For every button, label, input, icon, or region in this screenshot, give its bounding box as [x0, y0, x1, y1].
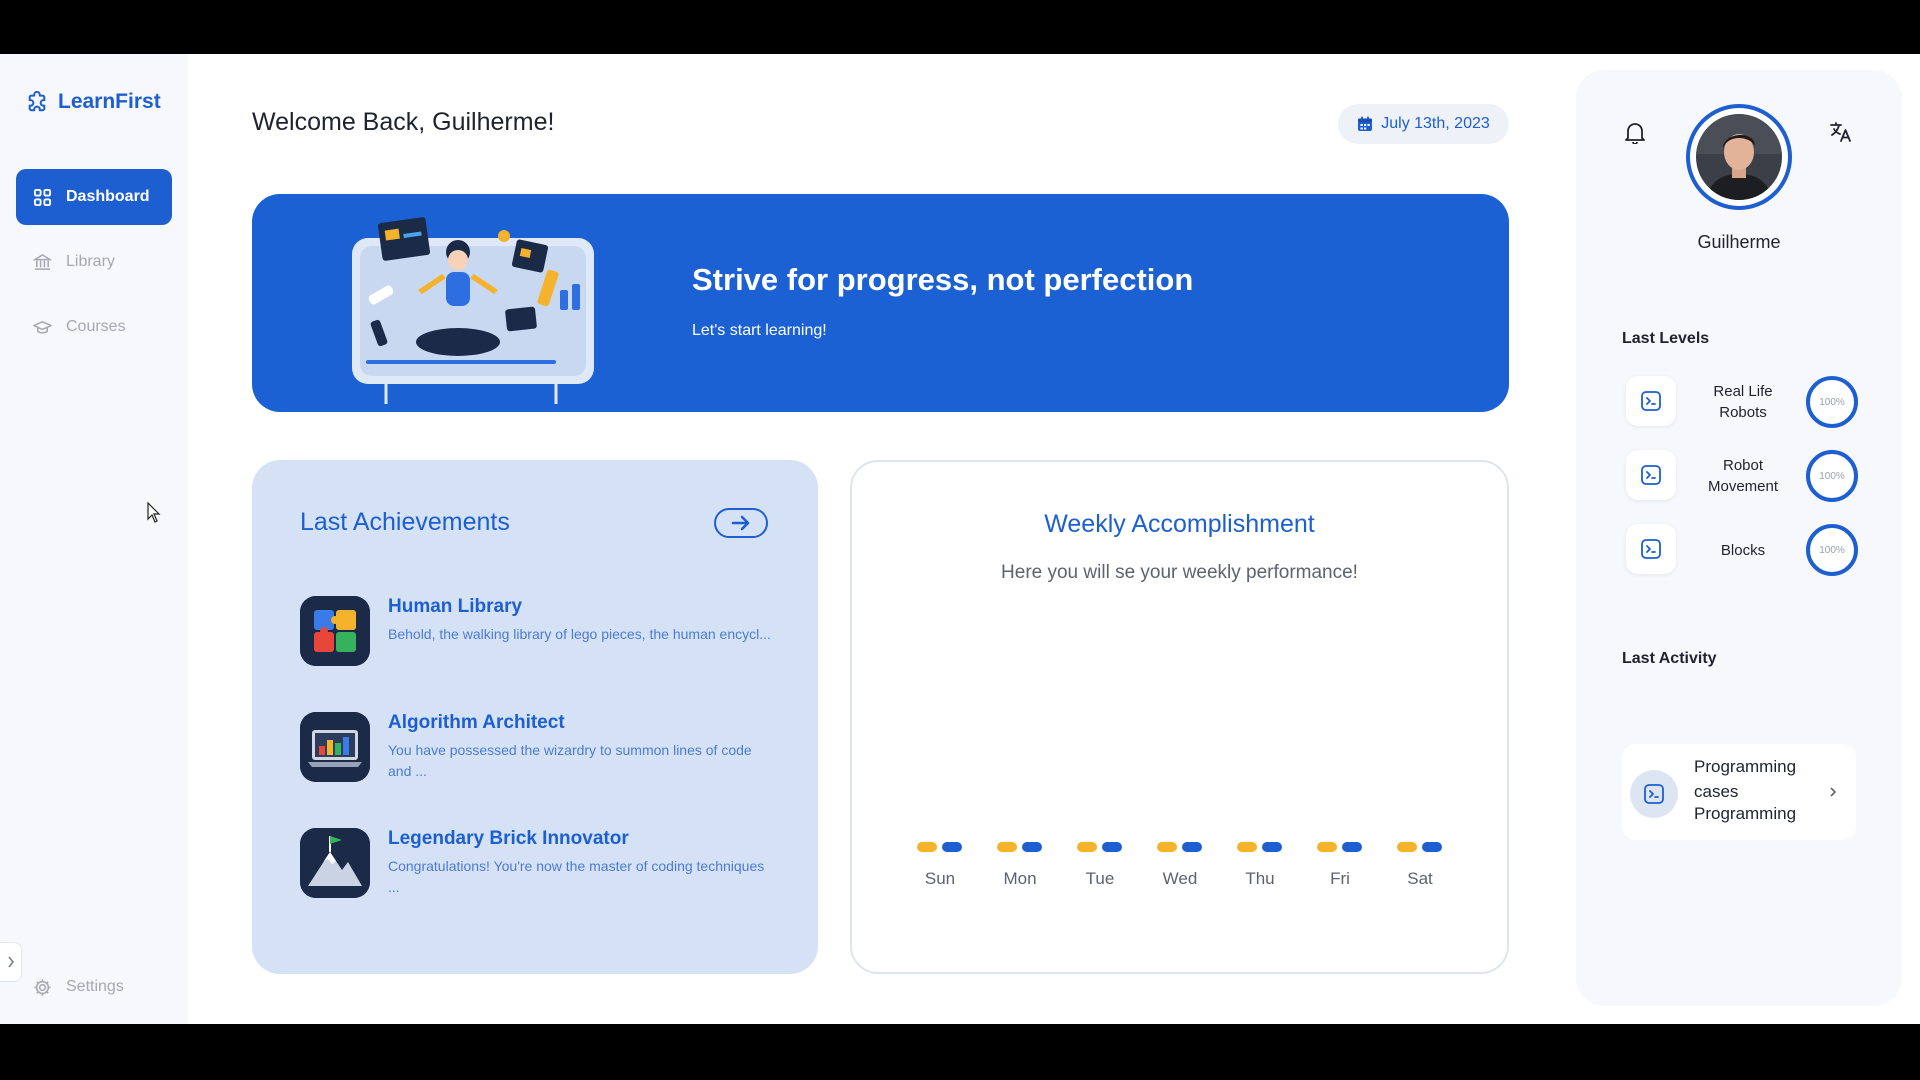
- sidebar-item-label: Settings: [66, 978, 124, 995]
- weekly-day-label: Fri: [1330, 869, 1350, 888]
- banner-title: Strive for progress, not perfection: [692, 262, 1194, 297]
- level-item[interactable]: Blocks 100%: [1626, 524, 1858, 576]
- weekly-bar-sun-2: [942, 842, 962, 852]
- achievement-description: Congratulations! You're now the master o…: [388, 858, 765, 895]
- level-name: Real Life Robots: [1713, 383, 1773, 421]
- sidebar-collapse-toggle[interactable]: [0, 942, 22, 982]
- weekly-bar-wed-1: [1157, 842, 1177, 852]
- weekly-accomplishment-card: Weekly Accomplishment Here you will se y…: [850, 460, 1509, 974]
- sidebar-item-label: Library: [66, 253, 115, 270]
- banner-subtitle: Let's start learning!: [692, 322, 827, 339]
- sidebar-item-library[interactable]: Library: [16, 234, 172, 290]
- date-text: July 13th, 2023: [1381, 115, 1490, 132]
- level-progress: 100%: [1806, 524, 1858, 576]
- weekly-day-label: Sun: [925, 869, 955, 888]
- sidebar-item-courses[interactable]: Courses: [16, 299, 172, 355]
- mouse-cursor-icon: [147, 502, 161, 523]
- weekly-bar-wed-2: [1182, 842, 1202, 852]
- activity-item[interactable]: Programming cases Programming: [1622, 744, 1856, 840]
- weekly-bar-thu-2: [1262, 842, 1282, 852]
- weekly-chart: Sun Mon Tue Wed Thu Fri Sat: [917, 842, 1442, 888]
- weekly-day-label: Mon: [1003, 869, 1036, 888]
- achievements-view-all-button[interactable]: [714, 508, 768, 538]
- weekly-subtitle: Here you will se your weekly performance…: [1001, 562, 1358, 583]
- banner-illustration: [352, 217, 594, 404]
- level-item[interactable]: Robot Movement 100%: [1626, 450, 1858, 502]
- library-icon: [33, 253, 52, 270]
- weekly-bar-tue-2: [1102, 842, 1122, 852]
- weekly-bar-mon-2: [1022, 842, 1042, 852]
- app-logo[interactable]: LearnFirst: [26, 90, 161, 114]
- app-window: LearnFirst Dashboard Library Courses Set…: [0, 54, 1920, 1024]
- sidebar-item-dashboard[interactable]: Dashboard: [16, 169, 172, 225]
- activity-title: Programming cases: [1694, 757, 1797, 801]
- sidebar-item-label: Dashboard: [66, 188, 150, 205]
- avatar[interactable]: [1686, 104, 1792, 210]
- graduation-cap-icon: [33, 320, 52, 333]
- achievements-card: Last Achievements Human Library Behold, …: [252, 460, 818, 974]
- sidebar-item-settings[interactable]: Settings: [16, 959, 172, 1015]
- laptop-chart-icon: [300, 712, 370, 782]
- achievement-item[interactable]: Human Library Behold, the walking librar…: [300, 596, 780, 672]
- level-progress: 100%: [1806, 376, 1858, 428]
- grid-icon: [33, 188, 52, 206]
- weekly-bar-sat-2: [1422, 842, 1442, 852]
- level-progress: 100%: [1806, 450, 1858, 502]
- weekly-day-label: Thu: [1245, 869, 1274, 888]
- level-name: Robot Movement: [1707, 457, 1779, 495]
- mountain-flag-icon: [300, 828, 370, 898]
- achievement-description: You have possessed the wizardry to summo…: [388, 742, 752, 779]
- weekly-bar-sun-1: [917, 842, 937, 852]
- last-levels-title: Last Levels: [1622, 330, 1710, 347]
- bell-icon[interactable]: [1624, 120, 1646, 144]
- achievement-description: Behold, the walking library of lego piec…: [388, 626, 771, 642]
- translate-icon[interactable]: [1829, 120, 1853, 144]
- profile-panel: Guilherme Last Levels Real Life Robots 1…: [1576, 70, 1902, 1006]
- weekly-bar-fri-2: [1342, 842, 1362, 852]
- date-chip[interactable]: July 13th, 2023: [1338, 104, 1509, 144]
- arrow-right-icon: [731, 515, 750, 531]
- weekly-bar-sat-1: [1397, 842, 1417, 852]
- level-name: Blocks: [1720, 541, 1766, 559]
- chevron-right-icon: [1830, 787, 1837, 797]
- terminal-icon: [1626, 524, 1676, 574]
- terminal-icon: [1626, 376, 1676, 426]
- weekly-day-label: Tue: [1086, 869, 1115, 888]
- chevron-right-icon: [7, 956, 14, 968]
- app-name: LearnFirst: [58, 90, 161, 113]
- sidebar-item-label: Courses: [66, 318, 126, 335]
- weekly-day-label: Wed: [1163, 869, 1198, 888]
- page-title: Welcome Back, Guilherme!: [252, 108, 555, 136]
- user-name: Guilherme: [1697, 232, 1781, 252]
- calendar-icon: [1358, 116, 1373, 131]
- weekly-bar-mon-1: [997, 842, 1017, 852]
- weekly-title: Weekly Accomplishment: [1044, 510, 1315, 538]
- last-activity-title: Last Activity: [1622, 650, 1717, 667]
- activity-subtitle: Programming: [1694, 804, 1797, 823]
- gear-icon: [34, 978, 51, 996]
- weekly-day-label: Sat: [1407, 869, 1433, 888]
- weekly-bar-fri-1: [1317, 842, 1337, 852]
- achievement-name: Human Library: [388, 596, 523, 617]
- logo-icon: [28, 91, 46, 112]
- terminal-icon: [1626, 450, 1676, 500]
- achievement-item[interactable]: Algorithm Architect You have possessed t…: [300, 712, 780, 788]
- puzzle-icon: [300, 596, 370, 666]
- motivation-banner: Strive for progress, not perfection Let'…: [252, 194, 1509, 412]
- achievement-item[interactable]: Legendary Brick Innovator Congratulation…: [300, 828, 780, 904]
- terminal-icon: [1630, 770, 1678, 818]
- level-item[interactable]: Real Life Robots 100%: [1626, 376, 1858, 428]
- achievement-name: Algorithm Architect: [388, 712, 565, 733]
- achievement-name: Legendary Brick Innovator: [388, 828, 629, 849]
- weekly-bar-thu-1: [1237, 842, 1257, 852]
- achievements-title: Last Achievements: [300, 508, 510, 536]
- avatar-photo: [1696, 114, 1782, 200]
- weekly-bar-tue-1: [1077, 842, 1097, 852]
- sidebar: LearnFirst Dashboard Library Courses Set…: [0, 54, 188, 1024]
